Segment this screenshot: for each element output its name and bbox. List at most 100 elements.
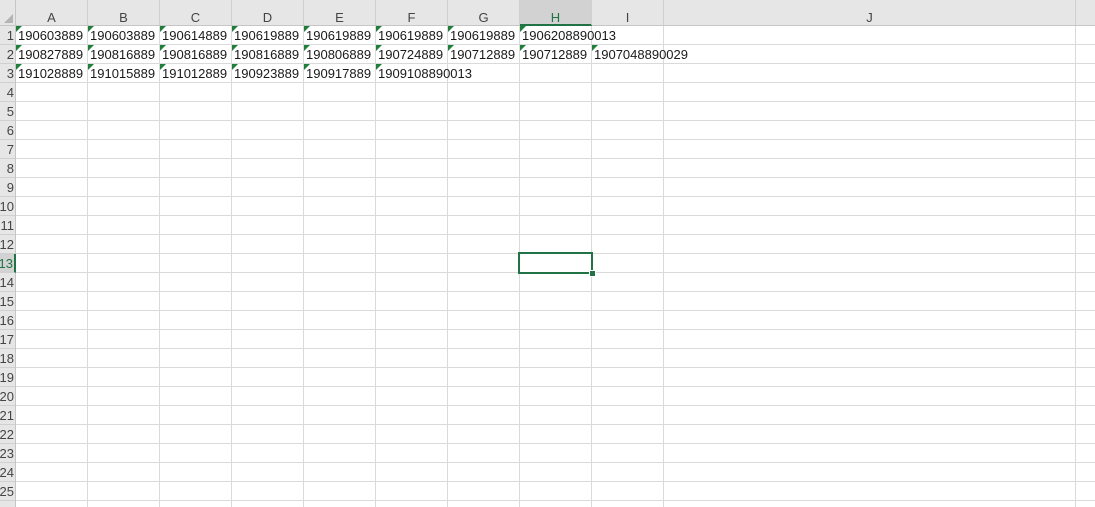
row-header-21[interactable]: 21 (0, 406, 15, 425)
cell-b2[interactable]: 190816889 (88, 45, 159, 64)
row-header-10[interactable]: 10 (0, 197, 15, 216)
row-header-14[interactable]: 14 (0, 273, 15, 292)
cell-value: 191028889 (18, 66, 84, 81)
cell-value: 190619889 (450, 28, 516, 43)
text-number-warning-icon (232, 26, 238, 32)
cell-f2[interactable]: 190724889 (376, 45, 447, 64)
cell-d3[interactable]: 190923889 (232, 64, 303, 83)
cell-e3[interactable]: 190917889 (304, 64, 375, 83)
row-header-4[interactable]: 4 (0, 83, 15, 102)
column-header-d[interactable]: D (232, 0, 304, 25)
row-header-17[interactable]: 17 (0, 330, 15, 349)
select-all-triangle-icon (4, 14, 13, 23)
row-header-2[interactable]: 2 (0, 45, 15, 64)
row-header-15[interactable]: 15 (0, 292, 15, 311)
column-header-b[interactable]: B (88, 0, 160, 25)
cell-c1[interactable]: 190614889 (160, 26, 231, 45)
column-header-i[interactable]: I (592, 0, 664, 25)
gridline-horizontal (16, 196, 1095, 197)
cell-value: 190614889 (162, 28, 228, 43)
cell-d1[interactable]: 190619889 (232, 26, 303, 45)
cell-d2[interactable]: 190816889 (232, 45, 303, 64)
text-number-warning-icon (16, 26, 22, 32)
row-header-22[interactable]: 22 (0, 425, 15, 444)
column-header-f[interactable]: F (376, 0, 448, 25)
text-number-warning-icon (88, 45, 94, 51)
column-header-g[interactable]: G (448, 0, 520, 25)
text-number-warning-icon (160, 26, 166, 32)
row-header-23[interactable]: 23 (0, 444, 15, 463)
gridline-horizontal (16, 139, 1095, 140)
cell-grid[interactable]: 190603889 190603889 190614889 190619889 1906… (16, 26, 1095, 507)
fill-handle[interactable] (589, 270, 596, 277)
row-header-16[interactable]: 16 (0, 311, 15, 330)
gridline-vertical (375, 26, 376, 507)
cell-h1[interactable]: 1906208890013 (520, 26, 820, 45)
gridline-horizontal (16, 215, 1095, 216)
cell-e2[interactable]: 190806889 (304, 45, 375, 64)
cell-c3[interactable]: 191012889 (160, 64, 231, 83)
row-header-18[interactable]: 18 (0, 349, 15, 368)
cell-h2[interactable]: 190712889 (520, 45, 591, 64)
spreadsheet: ABCDEFGHIJ 12345678910111213141516171819… (0, 0, 1095, 507)
cell-c2[interactable]: 190816889 (160, 45, 231, 64)
column-header-j[interactable]: J (664, 0, 1076, 25)
row-header-8[interactable]: 8 (0, 159, 15, 178)
cell-g2[interactable]: 190712889 (448, 45, 519, 64)
row-header-9[interactable]: 9 (0, 178, 15, 197)
text-number-warning-icon (376, 45, 382, 51)
cell-value: 190619889 (306, 28, 372, 43)
cell-value: 190816889 (162, 47, 228, 62)
cell-value: 1909108890013 (378, 66, 472, 81)
cell-f1[interactable]: 190619889 (376, 26, 447, 45)
cell-value: 190619889 (234, 28, 300, 43)
gridline-horizontal (16, 481, 1095, 482)
row-header-12[interactable]: 12 (0, 235, 15, 254)
text-number-warning-icon (520, 26, 526, 32)
row-header-5[interactable]: 5 (0, 102, 15, 121)
text-number-warning-icon (160, 45, 166, 51)
column-header-c[interactable]: C (160, 0, 232, 25)
gridline-horizontal (16, 367, 1095, 368)
gridline-horizontal (16, 177, 1095, 178)
column-headers: ABCDEFGHIJ (16, 0, 1095, 26)
gridline-vertical (447, 26, 448, 507)
gridline-horizontal (16, 462, 1095, 463)
gridline-horizontal (16, 386, 1095, 387)
cell-f3[interactable]: 1909108890013 (376, 64, 676, 83)
cell-e1[interactable]: 190619889 (304, 26, 375, 45)
gridline-horizontal (16, 500, 1095, 501)
row-header-13[interactable]: 13 (0, 254, 16, 273)
cell-a1[interactable]: 190603889 (16, 26, 87, 45)
column-header-e[interactable]: E (304, 0, 376, 25)
cell-g1[interactable]: 190619889 (448, 26, 519, 45)
cell-a2[interactable]: 190827889 (16, 45, 87, 64)
row-header-20[interactable]: 20 (0, 387, 15, 406)
gridline-horizontal (16, 329, 1095, 330)
cell-b1[interactable]: 190603889 (88, 26, 159, 45)
row-header-6[interactable]: 6 (0, 121, 15, 140)
gridline-horizontal (16, 348, 1095, 349)
text-number-warning-icon (448, 26, 454, 32)
cell-value: 190712889 (522, 47, 588, 62)
row-header-3[interactable]: 3 (0, 64, 15, 83)
cell-i2[interactable]: 1907048890029 (592, 45, 892, 64)
row-header-7[interactable]: 7 (0, 140, 15, 159)
gridline-vertical (303, 26, 304, 507)
cell-a3[interactable]: 191028889 (16, 64, 87, 83)
column-header-a[interactable]: A (16, 0, 88, 25)
column-header-h[interactable]: H (520, 0, 592, 26)
row-header-24[interactable]: 24 (0, 463, 15, 482)
row-header-11[interactable]: 11 (0, 216, 15, 235)
cell-b3[interactable]: 191015889 (88, 64, 159, 83)
row-header-25[interactable]: 25 (0, 482, 15, 501)
gridline-vertical (159, 26, 160, 507)
active-cell-selection[interactable] (518, 252, 593, 274)
text-number-warning-icon (376, 64, 382, 70)
cell-value: 191012889 (162, 66, 228, 81)
select-all-corner[interactable] (0, 0, 16, 26)
row-header-19[interactable]: 19 (0, 368, 15, 387)
cell-value: 190603889 (18, 28, 84, 43)
row-header-1[interactable]: 1 (0, 26, 15, 45)
text-number-warning-icon (448, 45, 454, 51)
